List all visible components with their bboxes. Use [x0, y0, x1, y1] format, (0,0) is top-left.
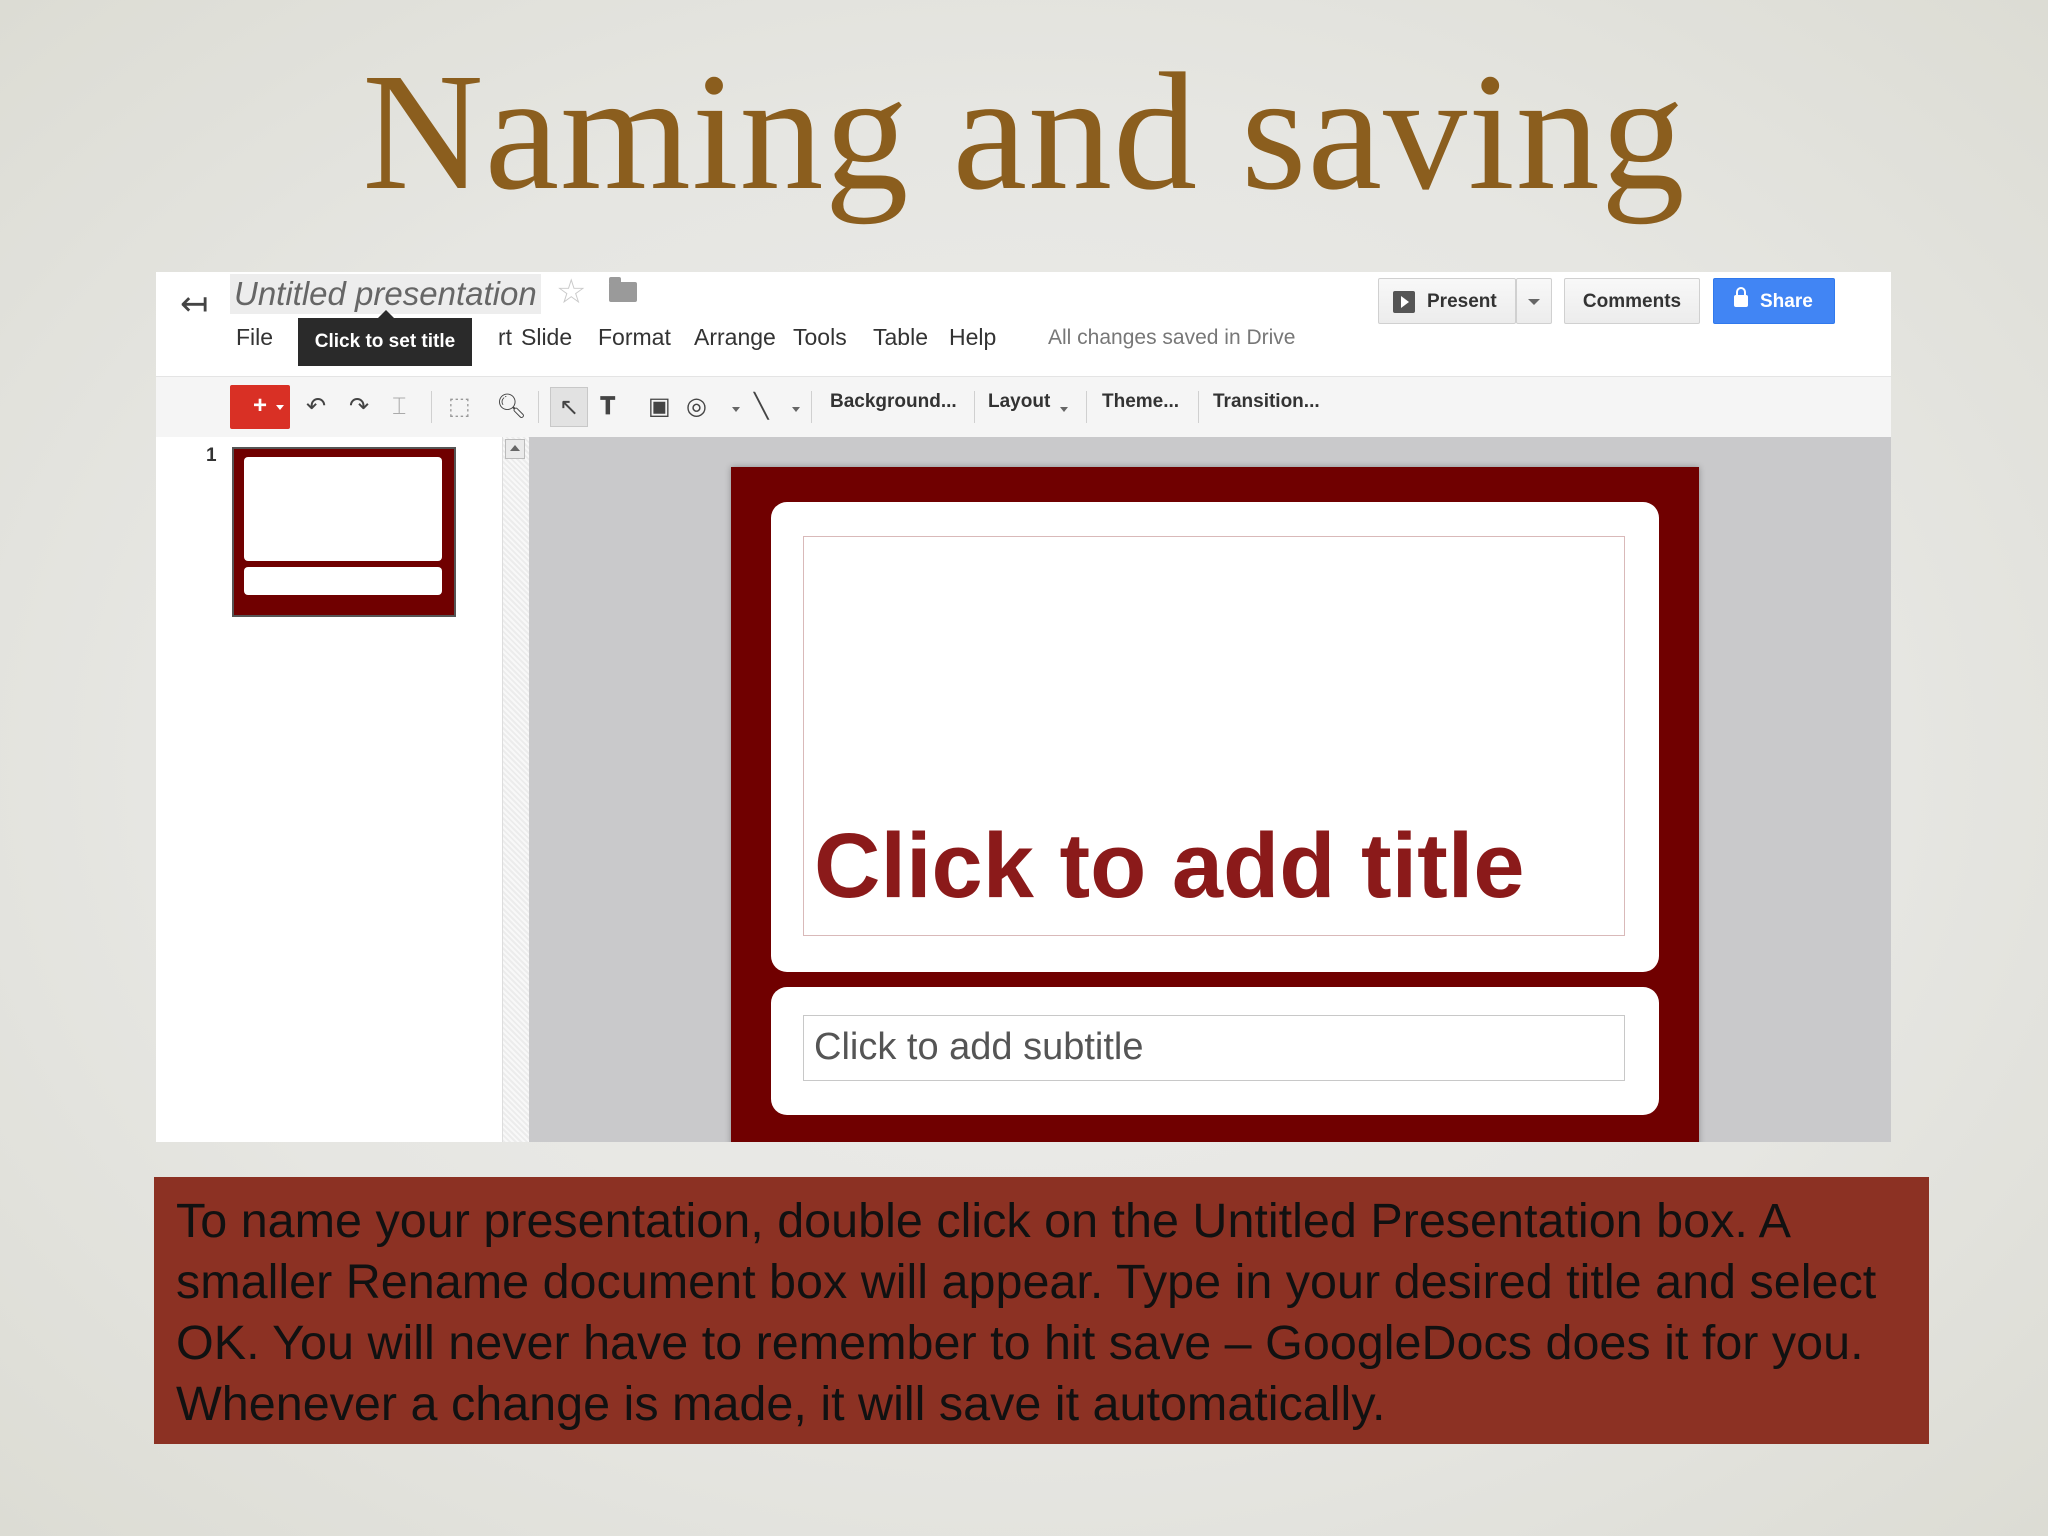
layout-button[interactable]: Layout [988, 391, 1050, 413]
slide-thumbnail[interactable] [232, 447, 456, 617]
line-icon[interactable]: ╲ [754, 387, 768, 427]
subtitle-placeholder-box[interactable]: Click to add subtitle [803, 1015, 1625, 1081]
menu-help[interactable]: Help [949, 324, 996, 351]
paint-format-icon[interactable]: ⌶ [392, 387, 406, 427]
present-dropdown-button[interactable] [1516, 278, 1552, 324]
share-label: Share [1760, 291, 1813, 312]
undo-icon[interactable]: ↶ [306, 387, 326, 427]
save-status[interactable]: All changes saved in Drive [1048, 326, 1295, 350]
transition-button[interactable]: Transition... [1213, 391, 1320, 413]
shape-icon[interactable]: ◎ [686, 387, 707, 427]
subtitle-panel: Click to add subtitle [771, 987, 1659, 1115]
present-button[interactable]: Present [1378, 278, 1516, 324]
set-title-tooltip: Click to set title [298, 310, 472, 366]
share-button[interactable]: Share [1713, 278, 1835, 324]
subtitle-placeholder[interactable]: Click to add subtitle [814, 1026, 1144, 1069]
select-cursor-icon[interactable]: ↖ [550, 387, 588, 427]
line-dropdown-icon[interactable] [792, 407, 800, 412]
chevron-down-icon [1528, 299, 1540, 305]
document-title[interactable]: Untitled presentation [230, 274, 541, 314]
text-box-icon[interactable]: 𝐓 [600, 387, 615, 427]
background-button[interactable]: Background... [830, 391, 957, 413]
toolbar-divider [431, 391, 432, 423]
plus-icon: + [252, 392, 267, 419]
top-bar: ↤ Untitled presentation ☆ File rt Slide … [156, 272, 1891, 376]
toolbar-divider [811, 391, 812, 423]
slide-number: 1 [206, 445, 217, 466]
scroll-up-icon[interactable] [505, 439, 525, 459]
menu-tools[interactable]: Tools [793, 324, 847, 351]
menu-table[interactable]: Table [873, 324, 928, 351]
comments-button[interactable]: Comments [1564, 278, 1700, 324]
slide-editor: Click to add title Click to add subtitle [731, 467, 1699, 1142]
shape-dropdown-icon[interactable] [732, 407, 740, 412]
zoom-icon[interactable]: 🔍︎ [496, 387, 526, 427]
present-label: Present [1427, 291, 1497, 312]
title-placeholder[interactable]: Click to add title [814, 814, 1525, 919]
filmstrip-scrollbar[interactable] [502, 437, 529, 1142]
menu-insert[interactable]: rt [498, 324, 512, 351]
menu-format[interactable]: Format [598, 324, 671, 351]
play-icon [1393, 291, 1415, 313]
layout-dropdown-icon [1060, 407, 1068, 412]
toolbar-divider [1086, 391, 1087, 423]
zoom-fit-icon[interactable]: ⬚ [448, 387, 471, 427]
theme-button[interactable]: Theme... [1102, 391, 1179, 413]
thumbnail-title-area [244, 457, 442, 561]
caption-text: To name your presentation, double click … [154, 1177, 1929, 1444]
slide-title: Naming and saving [362, 39, 1686, 225]
menu-file[interactable]: File [236, 324, 273, 351]
redo-icon[interactable]: ↷ [349, 387, 369, 427]
toolbar: + ↶ ↷ ⌶ ⬚ 🔍︎ ↖ 𝐓 ▣ ◎ ╲ Background... Lay… [156, 376, 1891, 438]
back-arrow-icon[interactable]: ↤ [180, 284, 209, 324]
thumbnail-subtitle-area [244, 567, 442, 595]
menu-arrange[interactable]: Arrange [694, 324, 776, 351]
title-panel: Click to add title [771, 502, 1659, 972]
folder-icon[interactable] [609, 277, 637, 302]
slide-filmstrip: 1 [156, 437, 502, 1142]
title-placeholder-box[interactable]: Click to add title [803, 536, 1625, 936]
slide-canvas: Click to add title Click to add subtitle [529, 437, 1891, 1142]
image-icon[interactable]: ▣ [648, 387, 671, 427]
new-slide-button[interactable]: + [230, 385, 290, 429]
star-icon[interactable]: ☆ [556, 272, 586, 312]
toolbar-divider [974, 391, 975, 423]
toolbar-divider [1198, 391, 1199, 423]
google-slides-screenshot: ↤ Untitled presentation ☆ File rt Slide … [156, 272, 1891, 1142]
toolbar-divider [538, 391, 539, 423]
new-slide-dropdown-icon [276, 405, 284, 410]
lock-icon [1734, 287, 1748, 307]
menu-slide[interactable]: Slide [521, 324, 572, 351]
